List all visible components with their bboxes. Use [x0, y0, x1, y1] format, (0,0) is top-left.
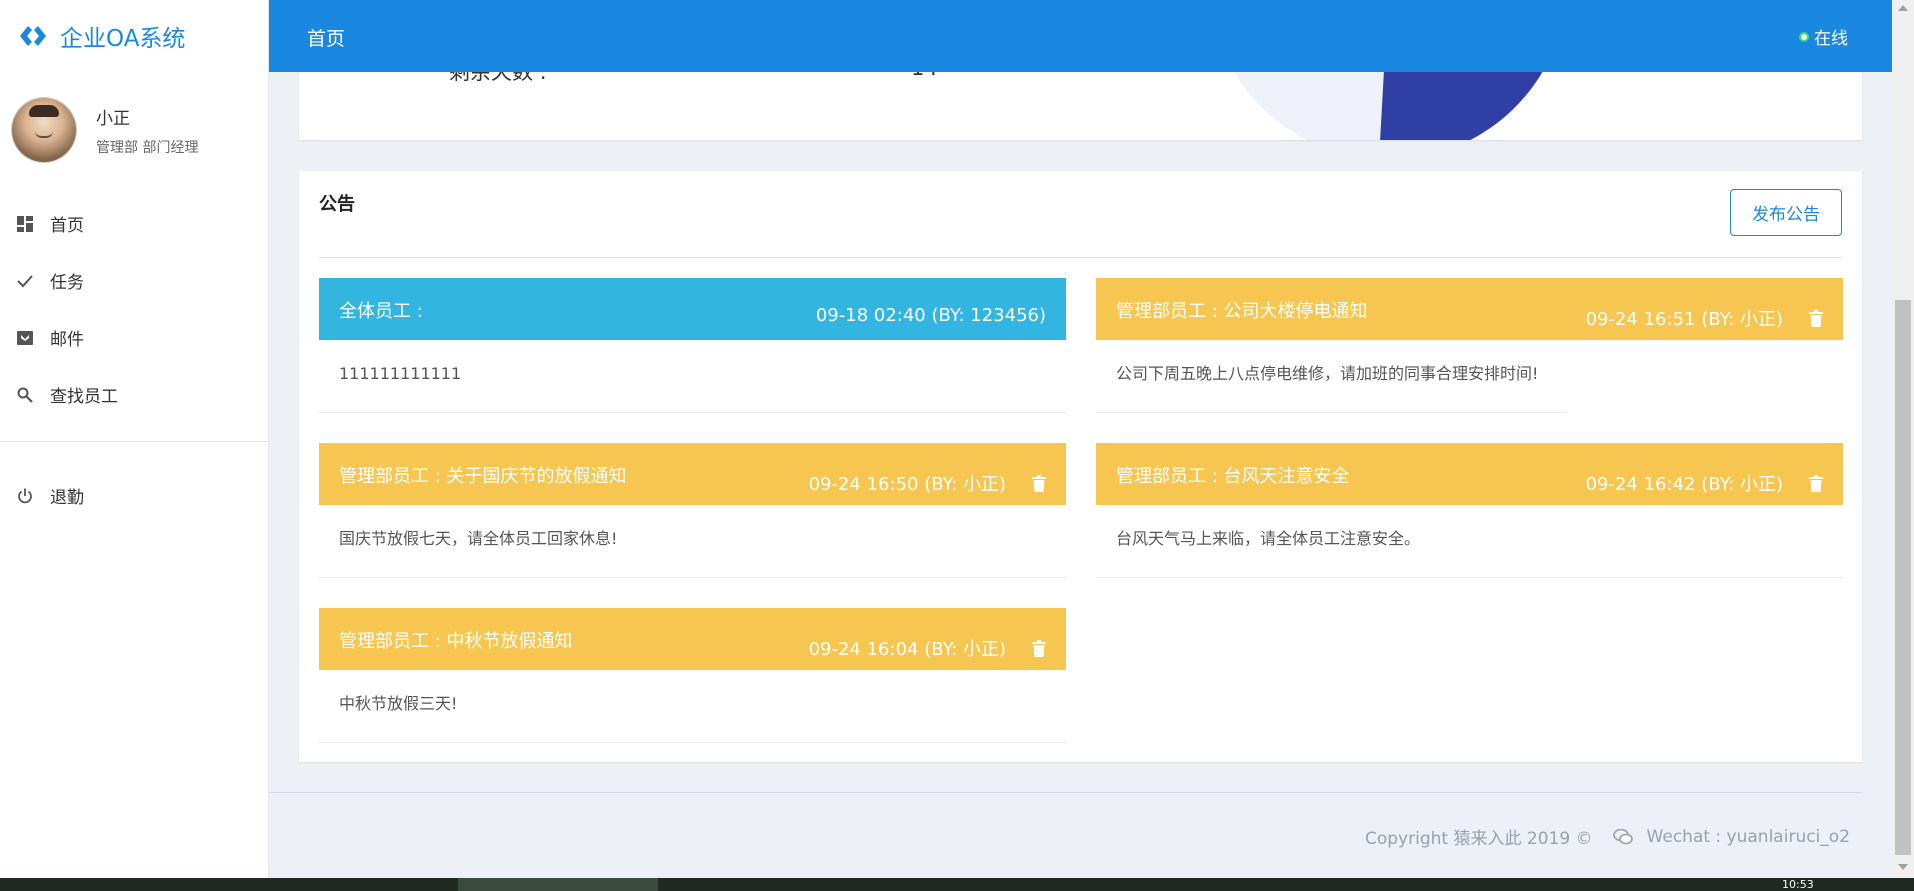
search-icon [16, 386, 34, 404]
notice-header: 管理部员工 : 关于国庆节的放假通知 09-24 16:50 (BY: 小正) [319, 443, 1066, 505]
notice-header: 全体员工 : 09-18 02:40 (BY: 123456) [319, 278, 1066, 340]
scroll-down-arrow-icon[interactable] [1898, 864, 1908, 870]
user-name: 小正 [96, 108, 130, 129]
check-icon [16, 272, 34, 290]
footer-divider [269, 792, 1863, 793]
trash-icon[interactable] [1032, 639, 1046, 657]
wechat-icon [1612, 828, 1633, 844]
sidebar: 企业OA系统 小正 管理部 部门经理 首页 任务 邮件 查找员工 退勤 [0, 0, 269, 878]
notice-title: 管理部员工 : 中秋节放假通知 [339, 631, 573, 652]
notice-title: 管理部员工 : 公司大楼停电通知 [1116, 301, 1368, 322]
pie-chart [1227, 60, 1551, 140]
notice-item: 管理部员工 : 中秋节放假通知 09-24 16:04 (BY: 小正) 中秋节… [319, 608, 1066, 743]
status-text: 在线 [1814, 29, 1848, 49]
app-title: 企业OA系统 [60, 26, 186, 52]
pie-slice-remaining [1380, 60, 1549, 140]
online-status: 在线 [1799, 24, 1848, 49]
notice-meta: 09-18 02:40 (BY: 123456) [816, 305, 1046, 326]
notice-body: 中秋节放假三天! [319, 670, 1066, 743]
notice-title: 管理部员工 : 台风天注意安全 [1116, 466, 1350, 487]
notice-meta-text: 09-18 02:40 (BY: 123456) [815, 305, 1046, 326]
trash-icon[interactable] [1809, 309, 1823, 327]
stats-card: 剩余天数 : 14 [299, 60, 1862, 140]
notice-section-title: 公告 [319, 194, 355, 215]
notice-header: 管理部员工 : 公司大楼停电通知 09-24 16:51 (BY: 小正) [1096, 278, 1843, 340]
sidebar-item-mail[interactable]: 邮件 [0, 309, 268, 366]
notice-column-left: 全体员工 : 09-18 02:40 (BY: 123456) 11111111… [319, 278, 1066, 773]
scrollbar-thumb[interactable] [1895, 300, 1911, 855]
sidebar-item-label: 任务 [50, 273, 84, 293]
notice-body: 111111111111 [319, 340, 1066, 413]
wechat-text: Wechat : yuanlairuci_o2 [1646, 826, 1850, 847]
notice-card: 公告 发布公告 全体员工 : 09-18 02:40 (BY: 123456) … [299, 171, 1862, 762]
notice-header: 管理部员工 : 中秋节放假通知 09-24 16:04 (BY: 小正) [319, 608, 1066, 670]
publish-notice-button[interactable]: 发布公告 [1730, 189, 1842, 236]
user-profile: 小正 管理部 部门经理 [12, 98, 198, 162]
notice-body: 国庆节放假七天，请全体员工回家休息! [319, 505, 1066, 578]
notice-item: 管理部员工 : 台风天注意安全 09-24 16:42 (BY: 小正) 台风天… [1096, 443, 1843, 578]
notice-item: 管理部员工 : 关于国庆节的放假通知 09-24 16:50 (BY: 小正) … [319, 443, 1066, 578]
trash-icon[interactable] [1032, 474, 1046, 492]
mail-icon [16, 329, 34, 347]
notice-meta-text: 09-24 16:42 (BY: 小正) [1585, 474, 1783, 495]
sidebar-item-logout[interactable]: 退勤 [0, 467, 268, 524]
notice-title: 全体员工 : [339, 301, 423, 322]
taskbar-active-app[interactable] [458, 878, 658, 891]
notice-meta: 09-24 16:51 (BY: 小正) [1586, 305, 1823, 331]
sidebar-item-find-employee[interactable]: 查找员工 [0, 366, 268, 423]
copyright-text: Copyright 猿来入此 2019 © [1365, 829, 1593, 849]
nav-divider [0, 441, 268, 442]
notice-body: 台风天气马上来临，请全体员工注意安全。 [1096, 505, 1843, 578]
sidebar-item-label: 退勤 [50, 488, 84, 508]
sidebar-item-home[interactable]: 首页 [0, 195, 268, 252]
notice-meta: 09-24 16:04 (BY: 小正) [809, 635, 1046, 661]
diamond-logo-icon [20, 26, 46, 46]
page-scrollbar[interactable] [1892, 0, 1914, 878]
sidebar-item-label: 首页 [50, 216, 84, 236]
notice-meta-text: 09-24 16:04 (BY: 小正) [808, 639, 1006, 660]
avatar[interactable] [12, 98, 76, 162]
sidebar-nav: 首页 任务 邮件 查找员工 [0, 195, 268, 423]
notice-title: 管理部员工 : 关于国庆节的放假通知 [339, 466, 627, 487]
dashboard-icon [16, 215, 34, 233]
scroll-up-arrow-icon[interactable] [1898, 5, 1908, 11]
notice-body: 公司下周五晚上八点停电维修，请加班的同事合理安排时间! [1096, 340, 1566, 413]
sidebar-item-label: 邮件 [50, 330, 84, 350]
top-header: 首页 在线 [269, 0, 1892, 72]
brand-logo[interactable]: 企业OA系统 [18, 18, 185, 54]
notice-meta-text: 09-24 16:50 (BY: 小正) [808, 474, 1006, 495]
notice-column-right: 管理部员工 : 公司大楼停电通知 09-24 16:51 (BY: 小正) 公司… [1096, 278, 1843, 608]
taskbar-clock: 10:53 [1782, 878, 1814, 891]
notice-meta-text: 09-24 16:51 (BY: 小正) [1585, 309, 1783, 330]
footer: Copyright 猿来入此 2019 © Wechat : yuanlairu… [1365, 824, 1850, 850]
notice-divider [319, 257, 1842, 258]
sidebar-item-label: 查找员工 [50, 387, 118, 407]
notice-item: 管理部员工 : 公司大楼停电通知 09-24 16:51 (BY: 小正) 公司… [1096, 278, 1843, 413]
power-icon [16, 487, 34, 505]
os-taskbar: 10:53 [0, 878, 1914, 891]
sidebar-item-tasks[interactable]: 任务 [0, 252, 268, 309]
notice-item: 全体员工 : 09-18 02:40 (BY: 123456) 11111111… [319, 278, 1066, 413]
trash-icon[interactable] [1809, 474, 1823, 492]
page-title: 首页 [307, 28, 346, 50]
notice-meta: 09-24 16:50 (BY: 小正) [809, 470, 1046, 496]
status-dot-icon [1799, 31, 1809, 42]
notice-meta: 09-24 16:42 (BY: 小正) [1586, 470, 1823, 496]
user-role: 管理部 部门经理 [96, 139, 199, 156]
notice-header: 管理部员工 : 台风天注意安全 09-24 16:42 (BY: 小正) [1096, 443, 1843, 505]
